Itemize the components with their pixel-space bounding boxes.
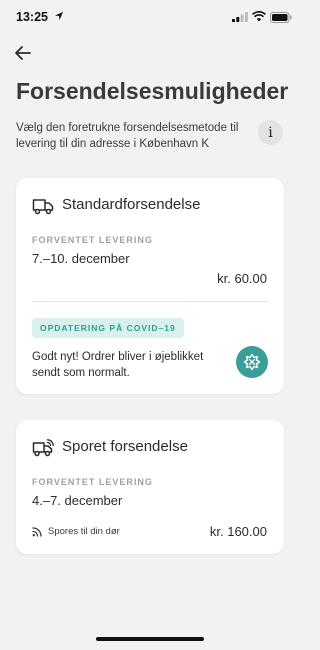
tracking-info: Spores til din dør — [32, 526, 120, 537]
covid-notice-text: Godt nyt! Ordrer bliver i øjeblikket sen… — [32, 351, 204, 379]
delivery-label: FORVENTET LEVERING — [32, 235, 153, 245]
divider — [32, 301, 268, 302]
shipping-options-screen: 13:25 Forsendelsesmuligheder Vælg den fo… — [0, 0, 300, 650]
battery-icon — [270, 12, 292, 23]
tracked-truck-icon — [32, 439, 54, 457]
covid-update-badge: OPDATERING PÅ COVID–19 — [32, 318, 184, 338]
truck-icon — [32, 199, 54, 215]
shipping-price: kr. 60.00 — [217, 271, 267, 286]
shipping-option-title: Sporet forsendelse — [62, 438, 188, 455]
delivery-label: FORVENTET LEVERING — [32, 477, 153, 487]
page-title: Forsendelsesmuligheder — [16, 78, 289, 104]
tracked-shipping-card[interactable]: Sporet forsendelse FORVENTET LEVERING 4.… — [16, 420, 284, 554]
shipping-option-title: Standardforsendelse — [62, 196, 201, 213]
status-bar: 13:25 — [0, 0, 300, 38]
notice-star-icon — [243, 353, 261, 371]
info-icon: i — [268, 124, 273, 141]
home-indicator — [96, 637, 204, 641]
signal-waves-icon — [32, 527, 42, 537]
page-subtitle: Vælg den foretrukne forsendelsesmetode t… — [16, 122, 239, 150]
arrow-left-icon[interactable] — [12, 42, 34, 64]
standard-shipping-card[interactable]: Standardforsendelse FORVENTET LEVERING 7… — [16, 178, 284, 394]
status-time: 13:25 — [16, 10, 48, 24]
info-button[interactable]: i — [258, 120, 283, 145]
cellular-signal-icon — [232, 12, 248, 22]
delivery-dates: 7.–10. december — [32, 251, 130, 266]
location-arrow-icon — [55, 12, 63, 20]
wifi-icon — [252, 11, 266, 22]
shipping-price: kr. 160.00 — [209, 524, 267, 539]
delivery-dates: 4.–7. december — [32, 493, 123, 508]
tracking-text: Spores til din dør — [48, 526, 120, 537]
covid-shield-icon — [236, 346, 268, 378]
